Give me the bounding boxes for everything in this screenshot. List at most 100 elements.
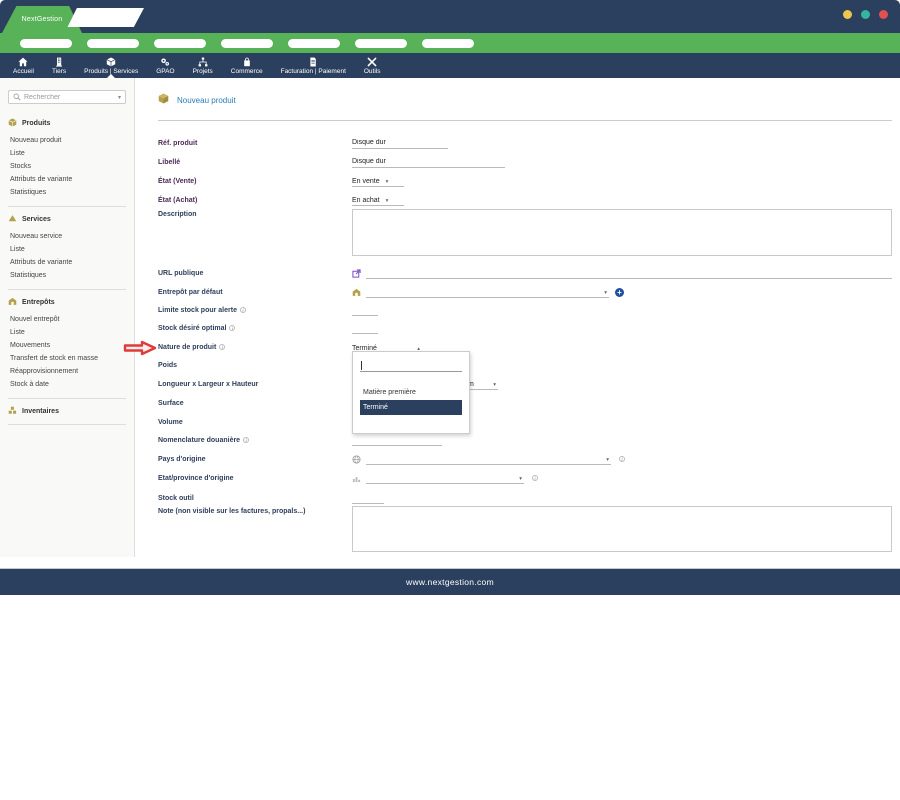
menu-item-projets[interactable]: Projets: [184, 53, 222, 78]
sidebar-section-entrepots[interactable]: Entrepôts: [8, 297, 126, 308]
sidebar-item-stocks[interactable]: Stocks: [8, 160, 126, 173]
sidebar-item-stock-a-date[interactable]: Stock à date: [8, 378, 126, 391]
nature-search-input[interactable]: [360, 359, 462, 372]
menu-item-commerce[interactable]: Commerce: [222, 53, 272, 78]
sidebar-item-reapprovisionnement[interactable]: Réapprovisionnement: [8, 365, 126, 378]
screen: NextGestion Accueil: [0, 0, 900, 800]
warehouse-icon: [352, 288, 361, 297]
divider: [8, 424, 126, 425]
nav-pill[interactable]: [422, 39, 474, 48]
note-textarea[interactable]: [352, 506, 892, 552]
content-area: ▾ Produits Nouveau produit Liste Stocks …: [0, 78, 900, 563]
etat-vente-select[interactable]: En vente ▾: [352, 176, 404, 187]
sidebar-search[interactable]: ▾: [8, 90, 126, 104]
info-icon[interactable]: i: [219, 344, 225, 350]
search-input[interactable]: [24, 94, 115, 101]
sidebar-section-services[interactable]: Services: [8, 214, 126, 225]
limite-stock-input[interactable]: [352, 305, 378, 316]
nav-pill[interactable]: [154, 39, 206, 48]
nav-pill[interactable]: [355, 39, 407, 48]
close-dot[interactable]: [879, 10, 888, 19]
ref-produit-input[interactable]: [352, 138, 448, 149]
nomenclature-input[interactable]: [352, 435, 442, 446]
section-title: Services: [22, 216, 51, 223]
divider: [8, 289, 126, 290]
description-textarea[interactable]: [352, 209, 892, 256]
menu-item-label: Facturation | Paiement: [281, 68, 346, 75]
dropdown-option-empty[interactable]: [360, 372, 462, 385]
sidebar-item-statistiques-services[interactable]: Statistiques: [8, 269, 126, 282]
nav-pill[interactable]: [221, 39, 273, 48]
menu-item-accueil[interactable]: Accueil: [4, 53, 43, 78]
info-icon[interactable]: i: [240, 307, 246, 313]
info-icon[interactable]: i: [243, 437, 249, 443]
selected-value: En vente: [352, 178, 380, 185]
sidebar-item-mouvements[interactable]: Mouvements: [8, 339, 126, 352]
menu-item-produits-services[interactable]: Produits | Services: [75, 53, 147, 78]
field-label: Longueur x Largeur x Hauteur: [158, 381, 352, 388]
page-title: Nouveau produit: [158, 91, 236, 109]
sidebar-item-attributs-variante-services[interactable]: Attributs de variante: [8, 256, 126, 269]
maximize-dot[interactable]: [861, 10, 870, 19]
sidebar-item-liste-produits[interactable]: Liste: [8, 147, 126, 160]
chevron-down-icon: ▾: [493, 382, 496, 388]
window-controls: [843, 10, 888, 19]
sidebar-item-nouvel-entrepot[interactable]: Nouvel entrepôt: [8, 313, 126, 326]
url-publique-input[interactable]: [366, 268, 892, 279]
dimension-unit-select[interactable]: m ▾: [468, 379, 498, 390]
external-link-icon[interactable]: [352, 269, 361, 278]
field-row-nomenclature: Nomenclature douanièrei: [158, 433, 892, 447]
product-cube-icon: [158, 91, 169, 109]
divider: [158, 120, 892, 121]
menu-item-label: Outils: [364, 68, 381, 75]
entrepot-select[interactable]: ▾: [366, 287, 609, 298]
minimize-dot[interactable]: [843, 10, 852, 19]
sidebar-item-nouveau-service[interactable]: Nouveau service: [8, 230, 126, 243]
info-icon[interactable]: i: [532, 475, 538, 481]
dropdown-option-matiere-premiere[interactable]: Matière première: [360, 385, 462, 400]
gears-icon: [160, 57, 170, 67]
stock-outil-input[interactable]: [352, 493, 384, 504]
nav-pill[interactable]: [288, 39, 340, 48]
chevron-down-icon: ▾: [386, 179, 389, 185]
field-row-url-publique: URL publique: [158, 266, 892, 280]
sidebar-item-liste-services[interactable]: Liste: [8, 243, 126, 256]
chevron-down-icon: ▾: [519, 476, 522, 482]
menu-item-gpao[interactable]: GPAO: [147, 53, 183, 78]
menu-item-facturation[interactable]: Facturation | Paiement: [272, 53, 355, 78]
section-title: Produits: [22, 120, 50, 127]
footer-link[interactable]: www.nextgestion.com: [406, 577, 494, 587]
field-label: État (Vente): [158, 178, 352, 185]
globe-icon: [352, 455, 361, 464]
sidebar-section-produits[interactable]: Produits: [8, 118, 126, 129]
info-icon[interactable]: i: [619, 456, 625, 462]
sidebar-item-statistiques[interactable]: Statistiques: [8, 186, 126, 199]
sidebar-section-inventaires[interactable]: Inventaires: [8, 406, 126, 417]
selected-value: En achat: [352, 197, 380, 204]
text-cursor: [361, 361, 362, 370]
pays-select[interactable]: ▾: [366, 454, 611, 465]
info-icon[interactable]: i: [229, 325, 235, 331]
sidebar-item-liste-entrepots[interactable]: Liste: [8, 326, 126, 339]
sidebar-item-transfert-stock[interactable]: Transfert de stock en masse: [8, 352, 126, 365]
menu-item-outils[interactable]: Outils: [355, 53, 390, 78]
field-label: Pays d'origine: [158, 456, 352, 463]
field-label: Stock outil: [158, 495, 352, 502]
nav-pill[interactable]: [20, 39, 72, 48]
tools-icon: [367, 57, 377, 67]
libelle-input[interactable]: [352, 157, 505, 168]
main-menu-bar: Accueil Tiers Produits | Services GPAO P…: [0, 53, 900, 78]
search-icon: [13, 88, 21, 106]
stock-desire-input[interactable]: [352, 323, 378, 334]
chevron-down-icon: ▾: [606, 457, 609, 463]
brand-logo[interactable]: NextGestion: [2, 6, 82, 33]
inventory-icon: [8, 406, 17, 417]
sidebar-item-attributs-variante[interactable]: Attributs de variante: [8, 173, 126, 186]
province-select[interactable]: ▾: [366, 473, 524, 484]
add-entrepot-button[interactable]: +: [615, 288, 624, 297]
nav-pill[interactable]: [87, 39, 139, 48]
menu-item-tiers[interactable]: Tiers: [43, 53, 75, 78]
dropdown-option-termine[interactable]: Terminé: [360, 400, 462, 415]
sidebar-item-nouveau-produit[interactable]: Nouveau produit: [8, 134, 126, 147]
etat-achat-select[interactable]: En achat ▾: [352, 195, 404, 206]
